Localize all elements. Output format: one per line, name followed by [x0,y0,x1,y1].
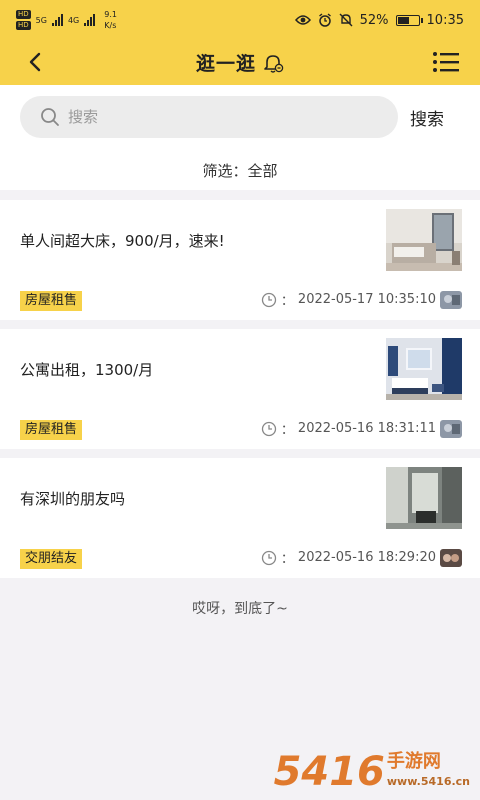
sim2-badge: HD [16,21,31,30]
speed-unit: K/s [104,21,117,30]
time-separator: ： [280,294,294,309]
post-meta: ： 2022-05-16 18:29:20 [261,548,462,567]
post-title: 单人间超大床，900/月，速来! [20,232,225,250]
post-title: 公寓出租，1300/月 [20,361,154,379]
network2-label: 4G [67,15,80,25]
author-avatar [440,290,462,309]
battery-icon [395,14,423,26]
author-avatar [440,419,462,438]
category-tag: 房屋租售 [20,420,83,440]
end-of-list-text: 哎呀，到底了~ [192,601,288,617]
post-time: 2022-05-16 18:29:20 [297,550,436,565]
network1-label: 5G [35,15,47,25]
watermark-site-name: 手游网 [386,751,441,772]
post-thumbnail [386,467,462,529]
filter-selector[interactable]: 筛选：全部 [0,160,480,181]
status-left: HD HD 5G 4G 9.1 K/s [16,10,117,30]
post-title: 有深圳的朋友吗 [20,490,126,508]
app-header: 逛一逛 [0,40,480,85]
mute-bell-icon [339,13,353,27]
signal1-icon [51,14,63,26]
watermark-number: 5416 [273,749,385,795]
status-right: 52% 10:35 [294,12,464,28]
post-card[interactable]: 公寓出租，1300/月 房屋租售 ： 2022-05-16 18:31:11 [0,329,480,449]
post-time: 2022-05-16 18:31:11 [297,421,436,436]
category-tag: 房屋租售 [20,291,83,311]
menu-list-icon[interactable] [432,50,460,74]
notification-bell-icon[interactable] [262,52,284,74]
clock-time: 10:35 [426,12,464,28]
post-thumbnail [386,338,462,400]
search-section: 搜索 筛选：全部 [0,85,480,190]
speed-value: 9.1 [104,10,117,19]
eye-icon [294,15,311,25]
alarm-icon [318,13,331,27]
status-bar: HD HD 5G 4G 9.1 K/s 52% 10:35 [0,0,480,40]
sim1-badge: HD [16,10,31,19]
post-thumbnail [386,209,462,271]
search-box[interactable] [20,96,398,138]
back-arrow-icon[interactable] [24,50,48,74]
clock-icon [261,292,277,307]
post-card[interactable]: 有深圳的朋友吗 交朋结友 ： 2022-05-16 18:29:20 [0,458,480,578]
time-separator: ： [280,423,294,438]
category-tag: 交朋结友 [20,549,83,569]
watermark-url: www.5416.cn [386,775,470,788]
post-card[interactable]: 单人间超大床，900/月，速来! 房屋租售 ： 2022-05-17 10:35… [0,200,480,320]
clock-icon [261,550,277,565]
search-button[interactable]: 搜索 [410,105,444,130]
time-separator: ： [280,552,294,567]
post-meta: ： 2022-05-16 18:31:11 [261,419,462,438]
site-watermark: 5416 手游网 www.5416.cn [273,749,470,795]
page-title: 逛一逛 [195,53,256,75]
author-avatar [440,548,462,567]
search-icon [41,108,59,126]
post-time: 2022-05-17 10:35:10 [297,292,436,307]
search-input[interactable] [66,107,370,127]
clock-icon [261,421,277,436]
signal2-icon [84,14,96,26]
post-meta: ： 2022-05-17 10:35:10 [261,290,462,309]
battery-percent: 52% [359,12,389,28]
